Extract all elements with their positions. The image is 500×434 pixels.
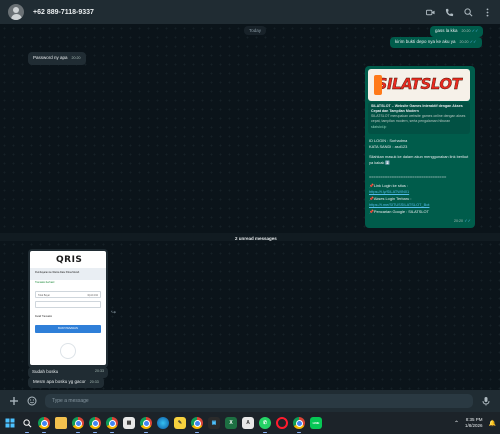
message-time: 20:33 [95, 369, 104, 373]
message-time: 20:20 [459, 40, 469, 44]
message-time: 20:20 [71, 56, 81, 60]
logo-decoration [374, 75, 382, 95]
notification-bell-icon[interactable]: 🔔 [489, 420, 496, 427]
chrome-icon[interactable] [89, 417, 101, 433]
line-icon[interactable]: LINE [310, 417, 322, 429]
calendar-icon[interactable]: ▦ [123, 417, 135, 429]
message-composer: Type a message [0, 390, 500, 412]
chrome-icon[interactable] [293, 417, 305, 433]
system-clock[interactable]: 8:35 PM 1/8/2026 [465, 417, 483, 429]
link-label: 📌Link Login ke situs : [369, 183, 409, 188]
message-input[interactable]: Type a message [45, 394, 473, 408]
windows-start-icon[interactable] [4, 417, 16, 429]
chrome-icon[interactable] [191, 417, 203, 433]
chat-area[interactable]: Today gass la kka 20:20 ✓✓ kirim bukti de… [0, 24, 500, 390]
preview-title: SILATSLOT – Website Games Interaktif den… [371, 104, 463, 114]
message-time: 20:20 [461, 29, 471, 33]
edge-icon[interactable] [157, 417, 169, 429]
divider-text: ================================== [369, 174, 447, 179]
forward-icon[interactable]: ↪ [111, 309, 116, 316]
search-taskbar-icon[interactable] [21, 417, 33, 433]
contact-avatar[interactable] [8, 4, 24, 20]
receipt-detail-label: Detail Transaksi [35, 315, 53, 318]
attach-plus-icon[interactable] [9, 396, 19, 406]
preview-description: SILATSLOT merupakan website games online… [371, 114, 466, 124]
chrome-icon[interactable] [106, 417, 118, 433]
instruction-text: Silahkan masuk ke dalam akun menggunakan… [369, 154, 469, 165]
message-incoming-image[interactable]: QRIS Pembayaran ke Warna Date Pulsa Mura… [28, 249, 108, 368]
word-icon[interactable]: A [242, 417, 254, 429]
sticker-icon[interactable] [27, 396, 37, 406]
link-preview-card[interactable]: SILATSLOT – Website Games Interaktif den… [368, 102, 470, 134]
qris-logo: QRIS [56, 255, 83, 265]
unread-pill: 2 unread messages [235, 236, 277, 241]
excel-icon[interactable]: X [225, 417, 237, 429]
receipt-stamp [60, 343, 76, 359]
receipt-status: Transaksi berhasil [35, 281, 55, 284]
whatsapp-icon[interactable]: ✆ [259, 417, 271, 433]
message-text: Password ny apa [33, 55, 68, 60]
akses-link[interactable]: https://t.me/SITUSSILATSLOT_Bot [369, 202, 469, 208]
opera-icon[interactable] [276, 417, 288, 429]
password: KATA SANDI : asd123 [369, 144, 408, 149]
message-time: 20:20 [454, 219, 464, 224]
message-meta: 20:20 ✓✓ [450, 218, 471, 225]
chat-header: +62 889-7118-9337 [0, 0, 500, 24]
sticky-notes-icon[interactable]: ✎ [174, 417, 186, 429]
menu-icon[interactable] [483, 7, 492, 17]
message-text: Sudah bosku [32, 369, 59, 374]
receipt-merchant: Pembayaran ke Warna Date Pulsa Murah [35, 271, 80, 274]
file-explorer-icon[interactable] [55, 417, 67, 429]
tray-chevron-icon[interactable]: ⌃ [454, 420, 459, 427]
silatslot-logo: SILATSLOT [376, 75, 462, 94]
message-incoming[interactable]: Password ny apa 20:20 [28, 52, 86, 65]
message-time: 20:33 [89, 380, 99, 384]
receipt-order-button: BUAT PESANAN [35, 325, 101, 333]
preview-domain: silatslot.lp [371, 124, 387, 129]
chrome-icon[interactable] [140, 417, 152, 433]
search-icon[interactable] [464, 7, 473, 17]
message-outgoing[interactable]: kirim bukti depo nya ke aku ya 20:20 ✓✓ [390, 37, 482, 48]
message-incoming[interactable]: Mesm apa bosku yg gacor 20:33 [28, 377, 104, 388]
video-call-icon[interactable] [426, 8, 435, 17]
payment-receipt-image[interactable]: QRIS Pembayaran ke Warna Date Pulsa Mura… [30, 251, 106, 365]
message-text: kirim bukti depo nya ke aku ya [395, 39, 456, 44]
receipt-row [35, 301, 101, 308]
message-incoming-caption[interactable]: Sudah bosku 20:33 [28, 367, 108, 378]
chrome-icon[interactable] [38, 417, 50, 433]
message-outgoing[interactable]: gass la kka 20:20 ✓✓ [430, 26, 484, 37]
windows-taskbar: ▦ ✎ ▣ X A ✆ LINE ⌃ 8:35 PM 1/8/2026 🔔 [0, 412, 500, 434]
login-link[interactable]: https://t.ly/SILATWIN01 [369, 189, 469, 195]
phone-icon[interactable] [445, 8, 454, 17]
read-ticks-icon: ✓✓ [469, 39, 477, 44]
link-preview-image[interactable]: SILATSLOT [368, 69, 470, 101]
akses-label: 📌Akses Login Terbaru : [369, 196, 412, 201]
read-ticks-icon: ✓✓ [464, 218, 471, 224]
receipt-total-field: Total Bayar Rp10.162 [35, 291, 101, 298]
message-text: Mesm apa bosku yg gacor [33, 379, 86, 384]
login-id: ID LOGIN : Sorhadma [369, 138, 408, 143]
chrome-icon[interactable] [72, 417, 84, 433]
message-text: gass la kka [435, 28, 458, 33]
message-outgoing-promo[interactable]: SILATSLOT SILATSLOT – Website Games Inte… [365, 66, 475, 228]
date-pill: Today [244, 26, 267, 35]
store-icon[interactable]: ▣ [208, 417, 220, 429]
contact-name[interactable]: +62 889-7118-9337 [33, 9, 94, 16]
clock-date: 1/8/2026 [464, 423, 483, 428]
google-label: 📌Pencarian Google : SILATSLOT [369, 209, 429, 214]
microphone-icon[interactable] [481, 396, 491, 406]
read-ticks-icon: ✓✓ [471, 28, 479, 33]
